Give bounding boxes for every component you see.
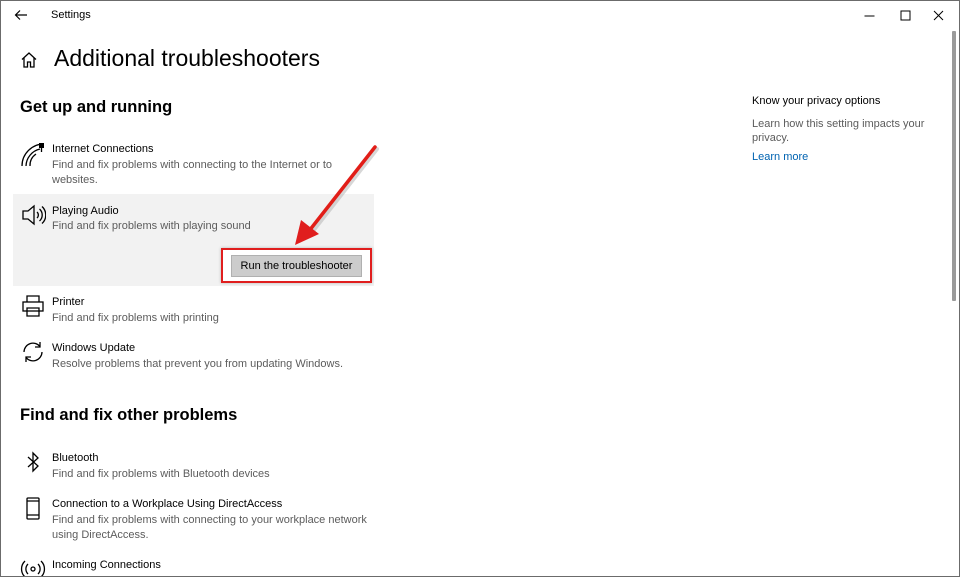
speaker-icon [20, 202, 46, 228]
item-title: Playing Audio [52, 205, 119, 217]
troubleshooter-directaccess[interactable]: Connection to a Workplace Using DirectAc… [13, 493, 374, 549]
item-title: Incoming Connections [52, 559, 161, 571]
settings-window: Settings Additional troubleshooters Get … [0, 0, 960, 577]
item-title: Internet Connections [52, 143, 154, 155]
privacy-title: Know your privacy options [752, 95, 881, 107]
troubleshooter-internet-connections[interactable]: Internet Connections Find and fix proble… [13, 138, 374, 194]
item-title: Connection to a Workplace Using DirectAc… [52, 498, 283, 510]
item-description: Find and fix problems with Bluetooth dev… [52, 468, 270, 480]
page-title: Additional troubleshooters [54, 45, 320, 71]
item-title: Bluetooth [52, 452, 99, 464]
phone-icon [20, 495, 46, 521]
item-description: Find and fix problems with printing [52, 312, 219, 324]
item-title: Windows Update [52, 342, 136, 354]
printer-icon [20, 293, 46, 319]
title-bar: Settings [1, 1, 959, 31]
run-troubleshooter-button[interactable]: Run the troubleshooter [231, 255, 362, 277]
troubleshooter-incoming-connections[interactable]: Incoming Connections [13, 554, 374, 576]
home-icon[interactable] [19, 50, 39, 70]
section-title-get-up-and-running: Get up and running [20, 98, 173, 116]
refresh-icon [20, 339, 46, 365]
scrollbar[interactable] [952, 31, 956, 301]
window-title: Settings [51, 9, 91, 21]
wifi-signal-icon [20, 142, 46, 168]
item-description: Find and fix problems with connecting to… [52, 159, 333, 186]
item-description: Find and fix problems with playing sound [52, 220, 251, 232]
run-button-highlight: Run the troubleshooter [221, 248, 372, 283]
item-title: Printer [52, 296, 85, 308]
troubleshooter-windows-update[interactable]: Windows Update Resolve problems that pre… [13, 337, 374, 381]
back-arrow-icon[interactable] [8, 4, 34, 26]
bluetooth-icon [20, 449, 46, 475]
minimize-icon[interactable] [852, 1, 886, 29]
antenna-icon [20, 556, 46, 576]
troubleshooter-bluetooth[interactable]: Bluetooth Find and fix problems with Blu… [13, 447, 374, 491]
privacy-text: Learn how this setting impacts your priv… [752, 118, 925, 144]
item-description: Resolve problems that prevent you from u… [52, 358, 344, 370]
learn-more-link[interactable]: Learn more [752, 151, 808, 163]
close-icon[interactable] [921, 1, 955, 29]
section-title-find-and-fix-other-problems: Find and fix other problems [20, 406, 238, 424]
item-description: Find and fix problems with connecting to… [52, 514, 367, 541]
troubleshooter-printer[interactable]: Printer Find and fix problems with print… [13, 291, 374, 335]
maximize-icon[interactable] [888, 1, 922, 29]
